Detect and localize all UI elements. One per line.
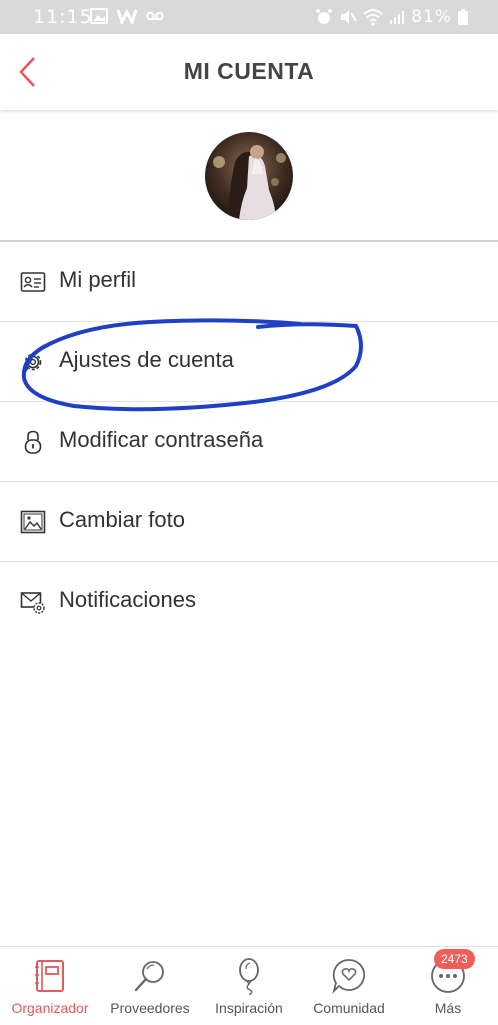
gallery-icon — [90, 8, 108, 24]
nav-item-proveedores[interactable]: Proveedores — [100, 947, 200, 1025]
account-menu: Mi perfil Ajustes de cuenta Modificar co… — [0, 242, 498, 641]
battery-icon — [458, 9, 468, 25]
menu-item-notificaciones[interactable]: Notificaciones — [0, 562, 498, 641]
chat-heart-icon — [332, 959, 366, 994]
nav-label: Comunidad — [313, 1000, 385, 1016]
voicemail-icon — [146, 11, 164, 21]
status-right-icons: 81% — [315, 7, 468, 27]
signal-icon — [390, 11, 405, 24]
status-time: 11:15 — [33, 6, 93, 28]
page-title: MI CUENTA — [183, 58, 315, 84]
id-card-icon — [20, 272, 46, 292]
battery-percent: 81% — [411, 7, 452, 27]
profile-avatar[interactable] — [205, 132, 293, 220]
balloon-icon — [239, 958, 259, 995]
menu-item-label: Modificar contraseña — [59, 427, 264, 452]
nav-label: Organizador — [11, 1000, 89, 1016]
menu-item-label: Mi perfil — [59, 267, 137, 292]
avatar-photo — [205, 132, 293, 220]
alarm-icon — [316, 9, 333, 24]
image-icon — [20, 510, 46, 534]
search-icon — [134, 961, 164, 992]
menu-item-label: Cambiar foto — [59, 507, 185, 532]
nav-label: Inspiración — [215, 1000, 283, 1016]
app-header: MI CUENTA — [0, 34, 498, 110]
mute-icon — [341, 10, 358, 24]
nav-item-organizador[interactable]: Organizador — [0, 947, 100, 1025]
nav-item-comunidad[interactable]: Comunidad — [299, 947, 399, 1025]
nav-label: Más — [434, 1000, 462, 1016]
nav-item-inspiracion[interactable]: Inspiración — [199, 947, 299, 1025]
menu-item-label: Ajustes de cuenta — [59, 347, 234, 372]
nav-label: Proveedores — [110, 1000, 190, 1016]
menu-item-ajustes-de-cuenta[interactable]: Ajustes de cuenta — [0, 322, 498, 402]
menu-item-mi-perfil[interactable]: Mi perfil — [0, 242, 498, 322]
wifi-icon — [363, 9, 383, 26]
lock-icon — [24, 430, 42, 454]
status-left-icons — [90, 8, 164, 24]
mail-settings-icon — [20, 592, 45, 614]
status-bar: 11:15 81% — [0, 0, 498, 34]
planner-icon — [35, 960, 64, 992]
gear-icon — [24, 353, 42, 371]
app-w-icon — [116, 8, 138, 24]
notification-badge: 2473 — [434, 949, 475, 969]
menu-item-cambiar-foto[interactable]: Cambiar foto — [0, 482, 498, 562]
bottom-navigation: Organizador Proveedores Inspiración Comu… — [0, 946, 498, 1025]
menu-item-label: Notificaciones — [59, 587, 196, 612]
menu-item-modificar-contrasena[interactable]: Modificar contraseña — [0, 402, 498, 482]
